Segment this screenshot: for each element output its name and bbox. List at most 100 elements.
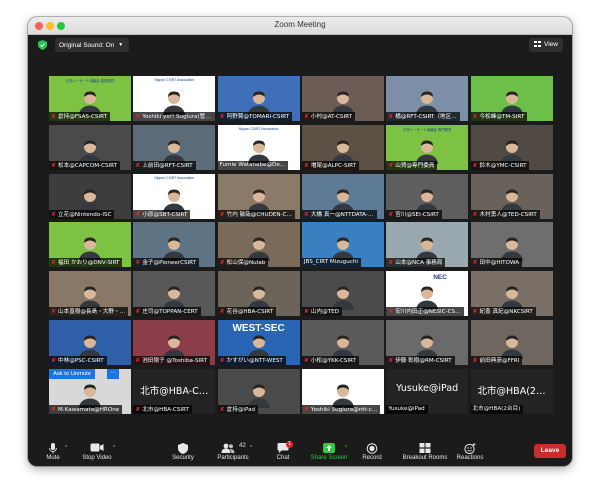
participant-video-tile[interactable]: ✘ 阿野賢@TOMARI-CSIRT xyxy=(217,76,300,121)
participant-name: 池田陽子 @Toshiba-SIRT xyxy=(142,358,208,364)
breakout-rooms-icon xyxy=(419,443,431,453)
participant-video-tile[interactable]: NEC ✘ 安川内田正@NESIC-CS… xyxy=(386,271,469,317)
mute-options-caret-icon[interactable]: ^ xyxy=(65,445,67,451)
participant-video-tile[interactable]: ✘ 山内@TED xyxy=(301,271,384,317)
participant-video-tile[interactable]: ✘ Yoshiki Sugiura@ntt-c… xyxy=(301,368,384,414)
leave-meeting-button[interactable]: Leave xyxy=(534,444,566,458)
participant-name-label: ✘ 山本直樹@長島・大野・… xyxy=(49,307,129,317)
participant-video-tile[interactable]: ✘ 松山保@Nulab xyxy=(217,222,300,268)
more-options-icon[interactable]: ⋯ xyxy=(107,368,119,379)
participant-video-tile[interactable]: ✘ 松本@CAPCOM-CSIRT xyxy=(49,124,131,170)
participant-video-tile[interactable]: ✘ M.Kawamata@HROne Ask to Unmute ⋯ xyxy=(49,368,131,414)
participant-name: 立花@Nintendo-ISC xyxy=(58,211,112,218)
participant-video-tile[interactable]: 日本シーサート協議会 運営委員 ✘ 倉持@FSAS-CSIRT xyxy=(49,76,131,121)
participant-video-tile[interactable]: ✘ 池田陽子 @Toshiba-SIRT xyxy=(133,320,216,365)
participant-name: 松山保@Nulab xyxy=(226,260,266,267)
reactions-button[interactable]: Reactions xyxy=(445,440,495,466)
chat-button[interactable]: 1 Chat xyxy=(258,440,308,466)
participant-video-tile[interactable]: ✘ 立花@Nintendo-ISC xyxy=(49,173,131,219)
original-sound-toggle[interactable]: Original Sound: On ▼ xyxy=(55,38,130,52)
participant-video-tile[interactable]: Nippon CSIRT Association ✘ Yoshiki yo!! Su… xyxy=(133,76,216,121)
participant-video-tile[interactable]: 北市@HBA-C… ✘ 北市@HBA-CSIRT xyxy=(133,368,216,414)
participant-video-tile[interactable]: ✘ 宮川@SEI-CSIRT xyxy=(386,173,469,219)
stop-video-label: Stop Video xyxy=(82,455,112,461)
participant-display-name: Yusuke@iPad xyxy=(396,382,459,394)
encryption-shield-icon[interactable] xyxy=(38,40,47,50)
participant-video-tile[interactable]: ✘ 増尾@ALPC-SIRT xyxy=(301,124,384,170)
participant-name: 花谷@HBA-CSIRT xyxy=(226,309,274,316)
virtual-background-banner: 日本シーサート協議会 運営委員 xyxy=(65,79,115,83)
participant-video-tile[interactable]: Nippon CSIRT Association Fumie Watanabe@D… xyxy=(217,124,300,170)
participant-name: Yusuke@iPad xyxy=(388,405,425,412)
participant-name-label: ✘ 松山保@Nulab xyxy=(217,258,269,268)
participant-name: 前田典彦@FFRI xyxy=(479,358,520,364)
participant-video-tile[interactable]: ✘ 鈴木@YMC-CSIRT xyxy=(470,124,553,170)
view-button[interactable]: View xyxy=(529,38,563,52)
participant-video-tile[interactable]: ✘ 倉持@iPad xyxy=(217,368,300,414)
participant-video-tile[interactable]: ✘ 橘@RFT-CSIRT（地区… xyxy=(386,76,469,121)
participant-video-tile[interactable]: ✘ 福田 かおり@DNV-SIRT xyxy=(49,222,131,268)
participant-video-tile[interactable]: ✘ 前田典彦@FFRI xyxy=(470,320,553,365)
participant-name: 小松@YKK-CSIRT xyxy=(310,358,356,364)
participant-name-label: ✘ 小松@YKK-CSIRT xyxy=(301,356,359,365)
participant-video-tile[interactable]: ✘ 庄司@TOPPAN-CERT xyxy=(133,271,216,317)
participant-display-name: 北市@HBA-C… xyxy=(140,385,209,397)
participant-name-label: ✘ かすがい@NTT-WEST xyxy=(217,356,286,365)
security-button[interactable]: Security xyxy=(158,440,208,466)
muted-microphone-icon: ✘ xyxy=(472,357,478,364)
participant-name-label: ✘ 上前田@RFT-CSIRT xyxy=(133,160,196,170)
participant-video-tile[interactable]: ✘ 竹内 敏哉@CHUDEN-C… xyxy=(217,173,300,219)
muted-microphone-icon: ✘ xyxy=(303,405,309,413)
participant-video-tile[interactable]: WEST-SEC ✘ かすがい@NTT-WEST xyxy=(217,320,300,365)
reactions-emoji-icon xyxy=(464,443,476,454)
participant-name-label: ✘ 竹内 敏哉@CHUDEN-C… xyxy=(217,209,296,219)
participant-video-tile[interactable]: ✘ 紀香 真紀@NKCSIRT xyxy=(470,271,553,317)
participant-name-label: ✘ 山賀@専門委員 xyxy=(386,160,438,170)
original-sound-label: Original Sound: On xyxy=(59,42,115,49)
participant-name-label: ✘ 中林@PSC-CSIRT xyxy=(49,356,107,365)
participant-name: 山賀@専門委員 xyxy=(395,162,435,169)
participant-video-tile[interactable]: ✘ 小松@YKK-CSIRT xyxy=(301,320,384,365)
virtual-background-banner: 日本シーサート協議会 専門委員 xyxy=(403,127,452,132)
participant-name-label: ✘ 金子@PioneerCSIRT xyxy=(133,258,200,268)
participant-video-tile[interactable]: ✘ 伊藤 彰樹@RM-CSIRT xyxy=(386,320,469,365)
participant-video-tile[interactable]: Nippon CSIRT Association ✘ 小原@SBT-CSIRT xyxy=(133,173,216,219)
participant-name: 小村@AT-CSIRT xyxy=(310,114,353,120)
participant-video-tile[interactable]: ✘ 田中@HITOWA xyxy=(470,222,553,268)
participant-video-tile[interactable]: ✘ 中林@PSC-CSIRT xyxy=(49,320,131,365)
muted-microphone-icon: ✘ xyxy=(303,357,309,364)
participant-name: 安川内田正@NESIC-CS… xyxy=(395,309,461,316)
participant-name: 小原@SBT-CSIRT xyxy=(142,211,188,218)
participant-name-label: ✘ 山本@NCA 事務局 xyxy=(386,258,446,268)
participant-video-tile[interactable]: ✘ 今松峰@TM-SIRT xyxy=(470,76,553,121)
muted-microphone-icon: ✘ xyxy=(388,259,394,267)
participants-button[interactable]: 42 ^ Participants xyxy=(208,440,258,466)
participant-video-tile[interactable]: ✘ 木村勇人@TED-CSIRT xyxy=(470,173,553,219)
participant-video-tile[interactable]: ✘ 花谷@HBA-CSIRT xyxy=(217,271,300,317)
participant-video-tile[interactable]: ✘ 大橋 真一@NTTDATA-… xyxy=(301,173,384,219)
participant-name-label: ✘ 小村@AT-CSIRT xyxy=(301,112,356,121)
participant-video-tile[interactable]: 日本シーサート協議会 専門委員 ✘ 山賀@専門委員 xyxy=(386,124,469,170)
stop-video-button[interactable]: ^ Stop Video xyxy=(72,440,122,466)
participant-video-tile[interactable]: ✘ 上前田@RFT-CSIRT xyxy=(133,124,216,170)
security-shield-icon xyxy=(178,443,188,454)
mute-button[interactable]: ^ Mute xyxy=(28,440,78,466)
participant-video-tile[interactable]: ✘ 金子@PioneerCSIRT xyxy=(133,222,216,268)
participant-name-label: ✘ 庄司@TOPPAN-CERT xyxy=(133,307,201,317)
participant-video-tile[interactable]: Yusuke@iPad Yusuke@iPad xyxy=(386,368,469,414)
participant-video-tile[interactable]: ✘ 山本@NCA 事務局 xyxy=(386,222,469,268)
participant-name: 山本@NCA 事務局 xyxy=(395,260,443,267)
participant-name: 北市@HBA-CSIRT xyxy=(142,406,189,413)
participant-video-tile[interactable]: JBS_CIRT Mizuguchi xyxy=(301,222,384,268)
participant-video-tile[interactable]: ✘ 小村@AT-CSIRT xyxy=(301,76,384,121)
video-options-caret-icon[interactable]: ^ xyxy=(113,445,115,451)
participant-name-label: ✘ 松本@CAPCOM-CSIRT xyxy=(49,160,121,170)
participant-video-tile[interactable]: ✘ 山本直樹@長島・大野・… xyxy=(49,271,131,317)
participant-video-tile[interactable]: 北市@HBA(2… 北市@HBA(2台目) xyxy=(470,368,553,414)
ask-to-unmute-button[interactable]: Ask to Unmute xyxy=(49,368,96,379)
participants-options-caret-icon[interactable]: ^ xyxy=(250,445,252,451)
participant-name: Fumie Watanabe@De… xyxy=(219,161,286,168)
participant-name-label: ✘ 宮川@SEI-CSIRT xyxy=(386,209,442,219)
participant-name: 大橋 真一@NTTDATA-… xyxy=(310,211,374,218)
record-button[interactable]: Record xyxy=(347,440,397,466)
